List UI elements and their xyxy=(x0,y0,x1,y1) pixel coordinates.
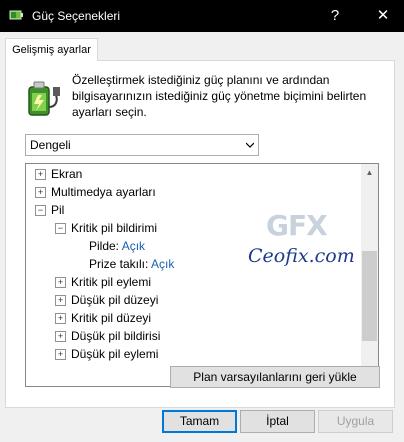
battery-plug-icon xyxy=(28,81,60,116)
watermark-brand: GFX xyxy=(266,209,328,242)
restore-defaults-button[interactable]: Plan varsayılanlarını geri yükle xyxy=(170,366,380,388)
tree-scrollbar[interactable]: ▲ ▼ xyxy=(361,164,378,386)
tree-item-label: Düşük pil düzeyi xyxy=(71,293,159,307)
expand-icon[interactable]: + xyxy=(35,187,46,198)
description-text: Özelleştirmek istediğiniz güç planını ve… xyxy=(72,73,367,119)
setting-label: Prize takılı: xyxy=(89,257,149,271)
plan-dropdown[interactable]: Dengeli xyxy=(25,134,259,156)
dialog-body: Gelişmiş ayarlar Özelleştirmek istediğin… xyxy=(0,32,404,442)
tree-item-label: Kritik pil düzeyi xyxy=(71,311,152,325)
tree-item-label: Multimedya ayarları xyxy=(51,185,156,199)
tree-item-label: Kritik pil bildirimi xyxy=(71,221,158,235)
power-options-icon xyxy=(9,10,23,20)
settings-tree[interactable]: + Ekran + Multimedya ayarları − Pil − Kr… xyxy=(25,163,379,387)
scroll-up-icon[interactable]: ▲ xyxy=(361,164,378,181)
tab-advanced-settings[interactable]: Gelişmiş ayarlar xyxy=(5,38,98,61)
chevron-down-icon xyxy=(246,142,254,148)
watermark-site: Ceofix.com xyxy=(248,245,355,267)
cancel-button[interactable]: İptal xyxy=(240,410,315,433)
collapse-icon[interactable]: − xyxy=(55,223,66,234)
collapse-icon[interactable]: − xyxy=(35,205,46,216)
expand-icon[interactable]: + xyxy=(55,295,66,306)
expand-icon[interactable]: + xyxy=(55,313,66,324)
apply-button[interactable]: Uygula xyxy=(318,410,393,433)
expand-icon[interactable]: + xyxy=(55,277,66,288)
setting-value-link[interactable]: Açık xyxy=(151,257,174,271)
expand-icon[interactable]: + xyxy=(55,331,66,342)
tree-item-label: Düşük pil bildirisi xyxy=(71,329,161,343)
tree-item-label: Ekran xyxy=(51,167,83,181)
setting-label: Pilde: xyxy=(89,239,120,253)
setting-value-link[interactable]: Açık xyxy=(122,239,145,253)
tree-setting-on-battery: Pilde: Açık xyxy=(89,237,145,255)
plan-dropdown-value: Dengeli xyxy=(30,138,71,152)
scrollbar-thumb[interactable] xyxy=(362,251,377,341)
tree-item-label: Kritik pil eylemi xyxy=(71,275,152,289)
tree-item-label: Pil xyxy=(51,203,65,217)
close-button[interactable]: ✕ xyxy=(362,0,404,32)
help-button[interactable]: ? xyxy=(318,0,352,32)
title-bar: Güç Seçenekleri ? ✕ xyxy=(0,0,404,32)
ok-button[interactable]: Tamam xyxy=(162,410,237,433)
window-title: Güç Seçenekleri xyxy=(32,9,121,23)
tree-setting-plugged-in: Prize takılı: Açık xyxy=(89,255,174,273)
expand-icon[interactable]: + xyxy=(55,349,66,360)
watermark-logo: GFX Ceofix.com xyxy=(244,209,364,279)
expand-icon[interactable]: + xyxy=(35,169,46,180)
tree-item-label: Düşük pil eylemi xyxy=(71,347,159,361)
